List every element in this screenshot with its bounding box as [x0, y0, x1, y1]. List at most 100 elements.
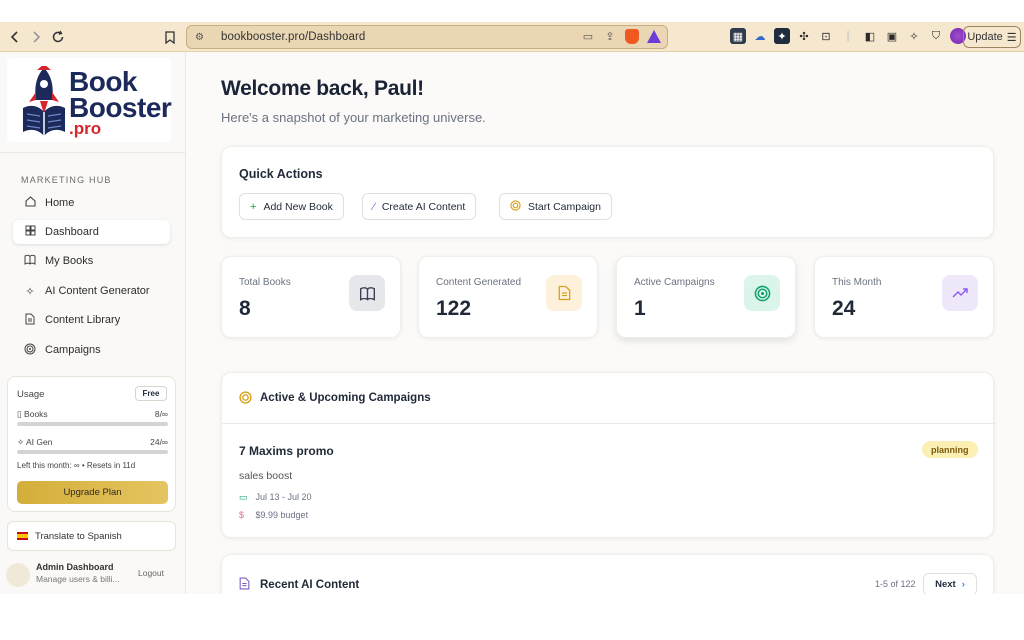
books-usage-value: 8/∞	[154, 409, 168, 419]
book-open-icon: ▯	[17, 409, 25, 419]
plus-icon: +	[250, 200, 257, 213]
sidebar-item-content-library[interactable]: Content Library	[13, 308, 170, 332]
stat-label: This Month	[832, 277, 882, 288]
extension-bird-icon[interactable]: ✦	[774, 28, 790, 44]
recent-ai-content-card: Recent AI Content 1-5 of 122 Next ›	[221, 554, 994, 594]
brave-rewards-icon[interactable]	[647, 30, 661, 43]
campaign-budget-text: $9.99 budget	[255, 510, 309, 520]
leo-ai-icon[interactable]: ✧	[906, 28, 922, 44]
stat-label: Active Campaigns	[634, 277, 715, 288]
status-badge: planning	[922, 441, 978, 458]
campaign-name[interactable]: 7 Maxims promo	[239, 444, 334, 458]
books-usage-label: Books	[24, 409, 48, 419]
add-new-book-button[interactable]: + Add New Book	[239, 193, 344, 220]
create-ai-content-button[interactable]: ⁄ Create AI Content	[362, 193, 477, 220]
extension-cloud-icon[interactable]: ☁	[752, 28, 768, 44]
extension-puzzle-icon[interactable]: ✣	[796, 28, 812, 44]
campaign-dates-text: Jul 13 - Jul 20	[255, 492, 312, 502]
logo-text-booster: Booster	[69, 92, 172, 123]
stat-value: 24	[832, 297, 856, 320]
usage-title: Usage	[17, 389, 45, 400]
pagination-info: 1-5 of 122	[875, 579, 916, 589]
site-settings-icon[interactable]: ⚙	[195, 32, 209, 43]
page-title: Welcome back, Paul!	[221, 77, 424, 100]
ai-usage-value: 24/∞	[150, 437, 168, 447]
sparkles-icon: ✧	[17, 437, 27, 447]
sidebar-item-dashboard[interactable]: Dashboard	[13, 220, 170, 244]
document-icon	[239, 577, 250, 593]
campaigns-card: Active & Upcoming Campaigns 7 Maxims pro…	[221, 372, 995, 538]
sidebar-item-campaigns[interactable]: Campaigns	[13, 338, 170, 362]
brave-shields-icon[interactable]	[625, 29, 639, 44]
next-label: Next	[935, 579, 956, 590]
campaigns-divider	[222, 423, 995, 424]
next-page-button[interactable]: Next ›	[923, 573, 977, 594]
ai-usage-label: AI Gen	[26, 437, 53, 447]
update-button[interactable]: Update ☰	[963, 26, 1021, 48]
button-label: Create AI Content	[381, 200, 466, 213]
target-icon	[744, 275, 780, 311]
campaign-dates: ▭ Jul 13 - Jul 20	[239, 492, 312, 503]
book-open-icon	[349, 275, 385, 311]
menu-icon: ☰	[1006, 31, 1017, 44]
wallet-icon[interactable]: ▣	[884, 28, 900, 44]
admin-dashboard-link[interactable]: Admin Dashboard Manage users & billi... …	[6, 560, 182, 588]
back-icon[interactable]	[4, 26, 26, 48]
admin-name: Admin Dashboard	[36, 562, 114, 572]
cast-icon[interactable]: ▭	[581, 30, 595, 43]
browser-toolbar: ⚙ bookbooster.pro/Dashboard ▭ ⇪ ▦ ☁ ✦ ✣ …	[0, 22, 1024, 52]
avatar	[6, 563, 30, 587]
address-bar[interactable]: ⚙ bookbooster.pro/Dashboard ▭ ⇪	[186, 25, 668, 49]
target-icon	[239, 391, 252, 407]
logo[interactable]: Book Booster .pro	[7, 58, 172, 142]
recent-ai-content-title: Recent AI Content	[260, 579, 360, 591]
sidebar-toggle-icon[interactable]: ◧	[862, 28, 878, 44]
books-usage-bar	[17, 422, 168, 426]
stat-label: Content Generated	[436, 277, 522, 288]
usage-note: Left this month: ∞ • Resets in 11d	[17, 461, 136, 470]
button-label: Start Campaign	[528, 200, 601, 213]
stat-card-content-generated: Content Generated 122	[418, 256, 598, 338]
section-label: MARKETING HUB	[21, 175, 112, 185]
bookmark-icon[interactable]	[159, 26, 181, 48]
reload-icon[interactable]	[47, 26, 69, 48]
upgrade-plan-button[interactable]: Upgrade Plan	[17, 481, 168, 504]
update-label: Update	[967, 31, 1003, 43]
campaigns-title: Active & Upcoming Campaigns	[260, 392, 431, 404]
translate-button[interactable]: Translate to Spanish	[7, 521, 176, 551]
sidebar-item-my-books[interactable]: My Books	[13, 249, 170, 273]
forward-icon[interactable]	[25, 26, 47, 48]
vpn-shield-icon[interactable]: ⛉	[928, 28, 944, 44]
extension-screenshot-icon[interactable]: ⊡	[818, 28, 834, 44]
ai-usage-row: ✧ AI Gen 24/∞	[17, 437, 168, 448]
sidebar-item-label: Campaigns	[45, 344, 101, 356]
plan-badge: Free	[135, 386, 167, 401]
quick-actions-title: Quick Actions	[239, 167, 323, 181]
home-icon	[23, 196, 37, 210]
admin-subtitle: Manage users & billi...	[36, 574, 120, 584]
books-usage-row: ▯ Books 8/∞	[17, 409, 168, 420]
stat-label: Total Books	[239, 277, 291, 288]
sidebar-item-label: Content Library	[45, 314, 121, 326]
stat-value: 8	[239, 297, 251, 320]
translate-label: Translate to Spanish	[35, 530, 122, 542]
stat-value: 122	[436, 297, 472, 320]
campaign-budget: $ $9.99 budget	[239, 510, 308, 520]
extension-qr-icon[interactable]: ▦	[730, 28, 746, 44]
share-icon[interactable]: ⇪	[603, 30, 617, 43]
document-icon	[546, 275, 582, 311]
magic-wand-icon: ⁄	[373, 200, 375, 213]
start-campaign-button[interactable]: Start Campaign	[499, 193, 612, 220]
spain-flag-icon	[17, 532, 28, 540]
stat-card-this-month: This Month 24	[814, 256, 994, 338]
grid-icon	[23, 225, 37, 239]
sparkles-icon: ✧	[25, 285, 35, 298]
sidebar-item-home[interactable]: Home	[13, 191, 170, 215]
browser-window: ⚙ bookbooster.pro/Dashboard ▭ ⇪ ▦ ☁ ✦ ✣ …	[0, 22, 1024, 594]
sidebar-item-ai-content-generator[interactable]: ✧ AI Content Generator	[13, 279, 170, 303]
sidebar-item-label: My Books	[45, 255, 94, 267]
toolbar-divider: |	[846, 30, 850, 42]
target-icon	[510, 199, 521, 214]
logout-button[interactable]: Logout	[138, 568, 164, 578]
sidebar: Book Booster .pro MARKETING HUB Home Das…	[0, 52, 186, 594]
